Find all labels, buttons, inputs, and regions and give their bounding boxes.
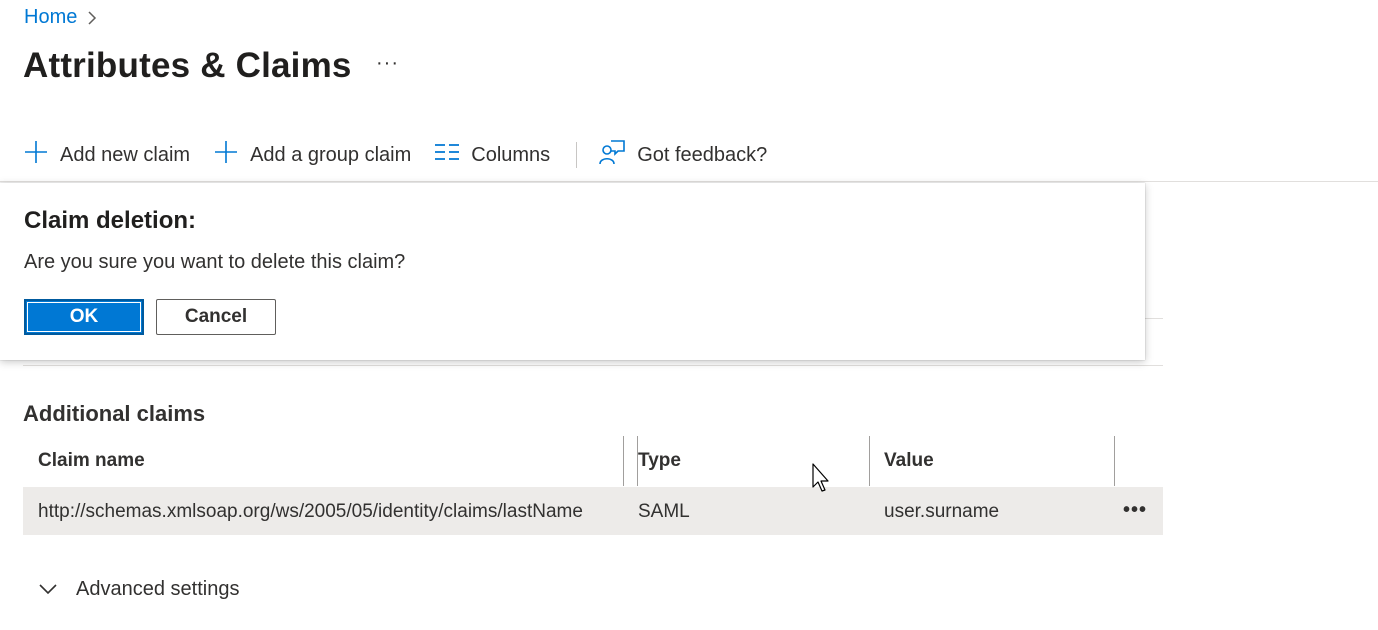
command-bar: Add new claim Add a group claim Columns … xyxy=(24,134,791,176)
column-resize-handle[interactable] xyxy=(869,436,870,486)
toolbar-divider xyxy=(576,142,578,168)
advanced-settings-label: Advanced settings xyxy=(76,578,240,600)
plus-icon xyxy=(214,140,250,170)
advanced-settings-toggle[interactable]: Advanced settings xyxy=(38,578,239,601)
chevron-down-icon xyxy=(38,578,76,601)
add-group-claim-label: Add a group claim xyxy=(250,143,412,166)
claim-name-cell: http://schemas.xmlsoap.org/ws/2005/05/id… xyxy=(38,501,583,522)
additional-claims-heading: Additional claims xyxy=(23,401,206,426)
add-new-claim-label: Add new claim xyxy=(60,143,191,166)
column-header-type[interactable]: Type xyxy=(638,450,681,472)
more-options-button[interactable]: ··· xyxy=(376,52,399,75)
column-header-claim-name[interactable]: Claim name xyxy=(38,450,145,472)
columns-icon xyxy=(435,143,471,167)
cancel-button[interactable]: Cancel xyxy=(156,299,276,335)
toolbar-separator xyxy=(0,181,1378,182)
page-title: Attributes & Claims xyxy=(23,46,352,85)
dialog-title: Claim deletion: xyxy=(24,207,197,234)
column-resize-handle[interactable] xyxy=(1114,436,1115,486)
columns-label: Columns xyxy=(471,143,551,166)
table-row[interactable]: http://schemas.xmlsoap.org/ws/2005/05/id… xyxy=(23,487,1163,535)
feedback-button[interactable]: Got feedback? xyxy=(599,139,767,171)
plus-icon xyxy=(24,140,60,170)
feedback-icon xyxy=(599,139,637,171)
chevron-right-icon xyxy=(87,10,97,26)
breadcrumb-home-link[interactable]: Home xyxy=(24,6,77,29)
add-new-claim-button[interactable]: Add new claim xyxy=(24,140,190,170)
mouse-pointer-icon xyxy=(812,463,832,498)
ok-button[interactable]: OK xyxy=(24,299,144,335)
section-divider xyxy=(23,365,1163,366)
add-group-claim-button[interactable]: Add a group claim xyxy=(214,140,411,170)
table-header: Claim name Type Value xyxy=(23,436,1163,486)
dialog-message: Are you sure you want to delete this cla… xyxy=(24,251,406,273)
claim-type-cell: SAML xyxy=(638,501,690,522)
columns-button[interactable]: Columns xyxy=(435,143,550,167)
row-more-options-button[interactable]: ••• xyxy=(1123,499,1147,522)
claim-deletion-dialog: Claim deletion: Are you sure you want to… xyxy=(0,183,1145,360)
column-header-value[interactable]: Value xyxy=(884,450,934,472)
additional-claims-table: Claim name Type Value http://schemas.xml… xyxy=(23,436,1163,535)
feedback-label: Got feedback? xyxy=(637,143,768,166)
column-resize-handle[interactable] xyxy=(623,436,624,486)
claim-value-cell: user.surname xyxy=(884,501,1000,522)
breadcrumb: Home xyxy=(24,6,97,29)
